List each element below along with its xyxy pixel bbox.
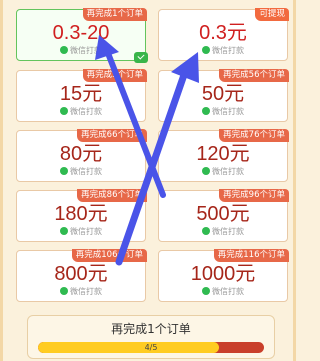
wechat-icon	[202, 227, 210, 235]
withdraw-option-card[interactable]: 再完成116个订单 1000元 微信打款	[158, 249, 289, 302]
amount-text: 500元	[196, 203, 250, 225]
wechat-pay-label: 微信打款	[159, 46, 287, 56]
wechat-pay-label: 微信打款	[17, 227, 145, 237]
task-badge: 再完成66个订单	[77, 129, 147, 142]
wechat-icon	[60, 227, 68, 235]
withdraw-option-card[interactable]: 可提现 0.3元 微信打款	[158, 8, 289, 61]
wechat-pay-label: 微信打款	[159, 227, 287, 237]
wechat-pay-label: 微信打款	[159, 107, 287, 117]
complete-order-title: 再完成1个订单	[111, 322, 191, 336]
task-badge: 再完成56个订单	[219, 69, 289, 82]
task-badge: 再完成5个订单	[82, 69, 147, 82]
task-badge: 再完成106个订单	[71, 249, 147, 262]
amount-text: 15元	[59, 83, 103, 105]
complete-order-button[interactable]: 再完成1个订单 4/5	[27, 315, 275, 359]
amount-text: 120元	[196, 143, 250, 165]
withdraw-option-card[interactable]: 再完成1个订单 0.3-20 微信打款	[16, 8, 148, 63]
wechat-icon	[202, 107, 210, 115]
withdrawable-badge: 可提现	[255, 8, 289, 21]
withdraw-option-card[interactable]: 再完成76个订单 120元 微信打款	[158, 129, 289, 182]
amount-text: 180元	[54, 203, 108, 225]
wechat-icon	[60, 107, 68, 115]
wechat-pay-label: 微信打款	[17, 287, 145, 297]
task-badge: 再完成86个订单	[77, 189, 147, 202]
amount-text: 0.3-20	[52, 22, 110, 44]
amount-text: 50元	[201, 83, 245, 105]
withdraw-option-card[interactable]: 再完成86个订单 180元 微信打款	[16, 189, 147, 242]
wechat-pay-label: 微信打款	[159, 167, 287, 177]
amount-text: 1000元	[190, 263, 256, 285]
wechat-pay-label: 微信打款	[17, 107, 145, 117]
progress-text: 4/5	[144, 343, 158, 352]
withdraw-panel: 再完成1个订单 0.3-20 微信打款 可提现 0.3元 微信打款 再完成5个订…	[0, 0, 296, 361]
withdraw-option-card[interactable]: 再完成56个订单 50元 微信打款	[158, 69, 289, 122]
wechat-icon	[202, 46, 210, 54]
wechat-pay-label: 微信打款	[17, 46, 145, 56]
amount-text: 80元	[59, 143, 103, 165]
wechat-icon	[60, 46, 68, 54]
amount-text: 0.3元	[199, 22, 247, 44]
task-badge: 再完成96个订单	[219, 189, 289, 202]
task-badge: 再完成1个订单	[82, 8, 147, 21]
withdraw-option-card[interactable]: 再完成96个订单 500元 微信打款	[158, 189, 289, 242]
wechat-icon	[202, 287, 210, 295]
wechat-icon	[60, 287, 68, 295]
amount-text: 800元	[54, 263, 108, 285]
wechat-pay-label: 微信打款	[17, 167, 145, 177]
withdraw-option-card[interactable]: 再完成5个订单 15元 微信打款	[16, 69, 147, 122]
wechat-icon	[202, 167, 210, 175]
selected-check-icon	[134, 52, 148, 63]
task-badge: 再完成116个订单	[213, 249, 289, 262]
task-badge: 再完成76个订单	[219, 129, 289, 142]
withdraw-option-card[interactable]: 再完成66个订单 80元 微信打款	[16, 129, 147, 182]
progress-bar: 4/5	[38, 342, 264, 353]
withdraw-option-card[interactable]: 再完成106个订单 800元 微信打款	[16, 249, 147, 302]
wechat-icon	[60, 167, 68, 175]
wechat-pay-label: 微信打款	[159, 287, 287, 297]
